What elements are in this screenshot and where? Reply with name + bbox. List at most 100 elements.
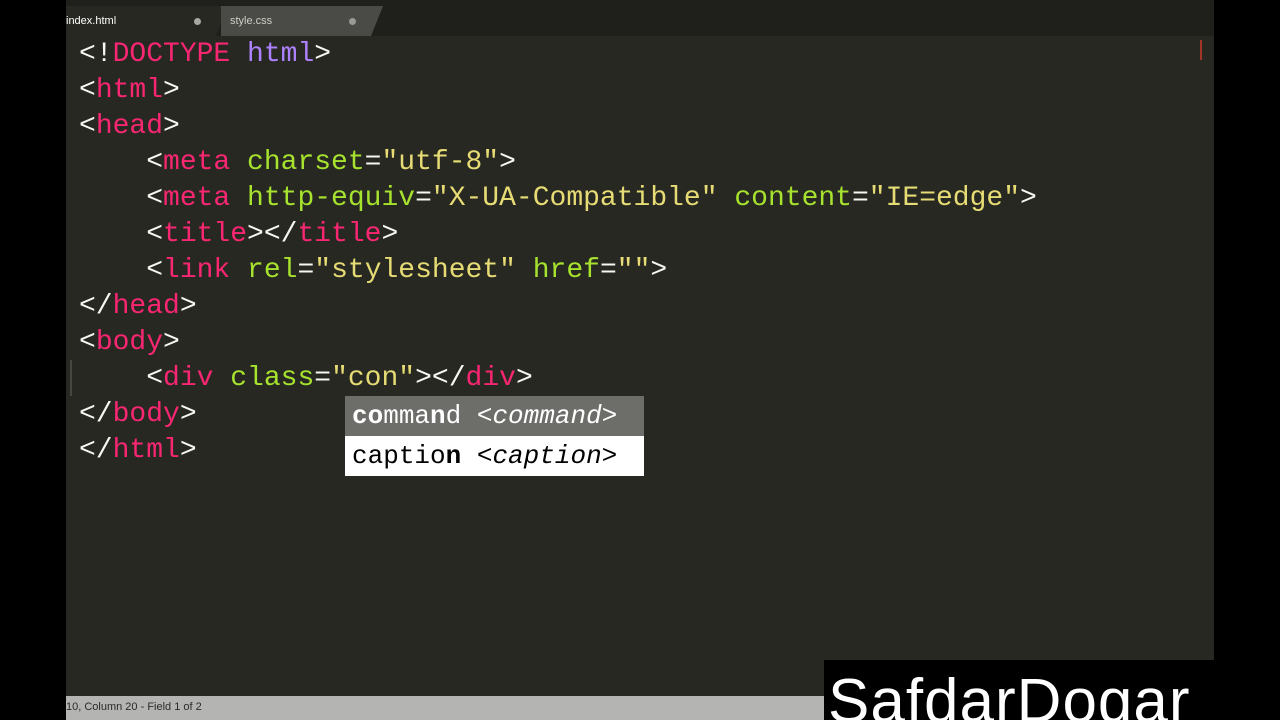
code-token: "X-UA-Compatible" (431, 183, 718, 214)
code-token: DOCTYPE (112, 39, 231, 70)
code-token: "utf-8" (381, 147, 500, 178)
code-token: div (465, 363, 516, 394)
watermark-text: SafdarDogar (828, 667, 1191, 720)
code-token: content (734, 183, 852, 214)
autocomplete-text: d (445, 401, 462, 431)
code-token: title (297, 219, 382, 250)
code-token: = (599, 255, 617, 286)
code-token: </ (79, 435, 113, 466)
code-token: "" (616, 255, 651, 286)
autocomplete-text: co (352, 401, 384, 431)
unsaved-dot-icon[interactable] (349, 18, 356, 25)
code-line[interactable]: <body> (79, 325, 180, 361)
code-token: head (112, 291, 180, 322)
code-token: < (79, 111, 96, 142)
code-line[interactable]: </html> (79, 433, 197, 469)
code-token: > (650, 255, 668, 286)
code-line[interactable]: <meta charset="utf-8"> (79, 145, 516, 181)
code-token: < (79, 363, 164, 394)
code-token: > (163, 327, 180, 358)
code-token: body (112, 399, 180, 430)
code-line[interactable]: <title></title> (79, 217, 398, 253)
code-token: link (163, 255, 231, 286)
autocomplete-item[interactable]: command <command> (345, 396, 644, 436)
code-token: = (364, 147, 382, 178)
code-token: > (179, 435, 197, 466)
code-token: < (79, 219, 164, 250)
code-token: > (179, 291, 197, 322)
code-token: > (381, 219, 399, 250)
autocomplete-hint: <caption> (461, 441, 618, 471)
code-line[interactable]: </head> (79, 289, 197, 325)
autocomplete-item[interactable]: caption <caption> (345, 436, 644, 476)
tab-index-html[interactable]: index.html (66, 6, 228, 36)
code-token: href (532, 255, 600, 286)
autocomplete-text: ptio (383, 441, 446, 471)
code-line[interactable]: <div class="con"></div> (79, 361, 533, 397)
code-token: class (230, 363, 315, 394)
code-token: <! (79, 39, 113, 70)
code-token: < (79, 255, 164, 286)
code-token: </ (79, 291, 113, 322)
code-token: meta (163, 147, 231, 178)
watermark: SafdarDogar (824, 660, 1214, 720)
code-token: "stylesheet" (314, 255, 516, 286)
code-token: > (179, 399, 197, 430)
code-token: < (79, 183, 164, 214)
autocomplete-text: n (445, 441, 462, 471)
code-token: http-equiv (247, 183, 416, 214)
code-token: html (112, 435, 180, 466)
code-token: "con" (331, 363, 416, 394)
code-token: < (79, 327, 96, 358)
code-token: "IE=edge" (868, 183, 1021, 214)
code-line[interactable]: <meta http-equiv="X-UA-Compatible" conte… (79, 181, 1037, 217)
code-token: head (95, 111, 164, 142)
code-token: = (297, 255, 315, 286)
autocomplete-popup: command <command> caption <caption> (345, 396, 644, 476)
unsaved-dot-icon[interactable] (194, 18, 201, 25)
code-token: > (163, 75, 180, 106)
editor-window: index.html style.css <!DOCTYPE html> <htm… (66, 0, 1214, 720)
code-token: < (79, 75, 96, 106)
code-token: = (314, 363, 332, 394)
code-token: </ (79, 399, 113, 430)
autocomplete-text: mma (383, 401, 431, 431)
code-token: title (163, 219, 248, 250)
code-token: meta (163, 183, 231, 214)
code-token: > (314, 39, 332, 70)
code-token: div (163, 363, 214, 394)
code-line[interactable]: <head> (79, 109, 180, 145)
code-token: < (79, 147, 164, 178)
code-token: > (163, 111, 180, 142)
code-token: > (515, 363, 533, 394)
tab-bar: index.html style.css (66, 0, 1214, 36)
code-token: body (95, 327, 164, 358)
status-text: 10, Column 20 - Field 1 of 2 (66, 701, 202, 713)
scroll-marker-icon (1200, 40, 1210, 60)
tab-style-css[interactable]: style.css (221, 6, 383, 36)
code-token: > (499, 147, 516, 178)
autocomplete-text: n (430, 401, 446, 431)
code-line[interactable]: <!DOCTYPE html> (79, 37, 331, 73)
code-token: = (851, 183, 869, 214)
code-token: html (95, 75, 164, 106)
code-line[interactable]: <link rel="stylesheet" href=""> (79, 253, 667, 289)
code-line[interactable]: </body> (79, 397, 197, 433)
code-line[interactable]: <html> (79, 73, 180, 109)
code-editor[interactable]: <!DOCTYPE html> <html> <head> <meta charse… (66, 36, 1214, 696)
autocomplete-hint: <command> (461, 401, 618, 431)
current-line-gutter-marker (70, 360, 72, 396)
code-token: html (247, 39, 315, 70)
code-token: > (1020, 183, 1037, 214)
autocomplete-text: ca (352, 441, 384, 471)
tab-label: style.css (230, 15, 273, 27)
code-token: charset (247, 147, 365, 178)
code-token: = (415, 183, 432, 214)
